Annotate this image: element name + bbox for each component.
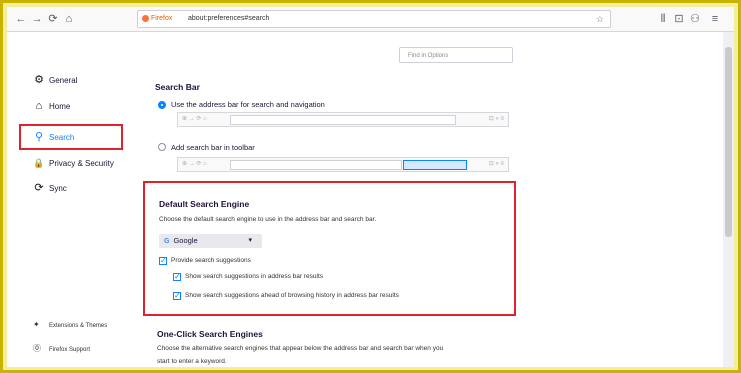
one-click-heading: One-Click Search Engines (157, 329, 263, 339)
menu-icon[interactable]: ≡ (707, 11, 723, 27)
sidebar-item-sync[interactable]: ⟳ Sync (33, 179, 67, 197)
sidebar-item-label: Privacy & Security (49, 159, 114, 168)
radio-address-bar[interactable] (158, 101, 166, 109)
firefox-identity: Firefox (142, 11, 172, 27)
suggestions-ahead-checkbox[interactable]: ✓ (173, 292, 181, 300)
url-brand-label: Firefox (151, 15, 173, 22)
radio-search-bar-label: Add search bar in toolbar (171, 143, 255, 152)
suggestions-ahead-label: Show search suggestions ahead of browsin… (185, 292, 399, 299)
find-in-options-input[interactable]: Find in Options (399, 47, 513, 63)
search-bar-heading: Search Bar (155, 82, 200, 92)
address-bar-preview: ⊕ → ⟳ ⌂ ⊡ » ≡ (177, 112, 509, 127)
search-engine-select[interactable]: G Google ▾ (159, 234, 262, 248)
sidebar-support-link[interactable]: ⓪ Firefox Support (33, 343, 90, 356)
preview-nav-icons: ⊕ → ⟳ ⌂ (182, 116, 207, 122)
extensions-label: Extensions & Themes (49, 323, 108, 329)
chevron-down-icon: ▾ (248, 237, 252, 244)
home-icon: ⌂ (35, 100, 43, 112)
sidebar-item-home[interactable]: ⌂ Home (33, 97, 71, 115)
scrollbar-thumb[interactable] (725, 47, 732, 237)
browser-toolbar: ← → ⟳ ⌂ Firefox about:preferences#search… (7, 7, 734, 32)
default-engine-heading: Default Search Engine (159, 199, 250, 209)
firefox-icon (142, 14, 149, 22)
help-icon: ⓪ (33, 344, 41, 353)
gear-icon: ⚙ (34, 74, 44, 86)
one-click-description-2: start to enter a keyword. (157, 358, 227, 365)
google-icon: G (164, 238, 170, 245)
url-text: about:preferences#search (188, 15, 270, 22)
search-highlight-box (19, 124, 123, 150)
sidebar-extensions-link[interactable]: ✦ Extensions & Themes (33, 319, 107, 332)
radio-address-bar-label: Use the address bar for search and navig… (171, 100, 325, 109)
address-bar-suggestions-label: Show search suggestions in address bar r… (185, 273, 324, 280)
forward-button[interactable]: → (29, 11, 45, 27)
sidebar-item-label: General (49, 76, 78, 85)
url-bar[interactable]: Firefox about:preferences#search ☆ (137, 10, 611, 28)
sidebar-item-privacy[interactable]: 🔒 Privacy & Security (33, 154, 114, 172)
sidebar-item-label: Home (49, 102, 71, 111)
address-bar-suggestions-checkbox[interactable]: ✓ (173, 273, 181, 281)
sidebar-icon[interactable]: ⊡ (671, 11, 687, 27)
provide-suggestions-label: Provide search suggestions (171, 257, 251, 264)
back-button[interactable]: ← (13, 11, 29, 27)
search-engine-value: Google (173, 236, 198, 245)
preview-nav-icons: ⊕ → ⟳ ⌂ (182, 161, 207, 167)
bookmark-star-icon[interactable]: ☆ (596, 11, 604, 27)
home-button[interactable]: ⌂ (61, 11, 77, 27)
account-icon[interactable]: ⚇ (687, 11, 703, 27)
preview-search-box (403, 160, 467, 170)
preview-url-bar (230, 115, 456, 125)
one-click-description: Choose the alternative search engines th… (157, 345, 444, 352)
sidebar-item-label: Sync (49, 184, 67, 193)
default-engine-description: Choose the default search engine to use … (159, 216, 377, 223)
sidebar-item-general[interactable]: ⚙ General (33, 71, 77, 89)
search-bar-preview: ⊕ → ⟳ ⌂ ⊡ » ≡ (177, 157, 509, 172)
puzzle-icon: ✦ (33, 320, 40, 329)
support-label: Firefox Support (49, 347, 91, 353)
preview-right-icons: ⊡ » ≡ (488, 116, 504, 122)
sync-icon: ⟳ (34, 182, 44, 194)
preview-right-icons: ⊡ » ≡ (488, 161, 504, 167)
radio-search-bar[interactable] (158, 143, 166, 151)
provide-suggestions-checkbox[interactable]: ✓ (159, 257, 167, 265)
browser-window: ← → ⟳ ⌂ Firefox about:preferences#search… (7, 7, 734, 367)
reload-button[interactable]: ⟳ (45, 11, 61, 27)
lock-icon: 🔒 (33, 158, 45, 168)
library-icon[interactable]: ⫴ (655, 11, 671, 27)
preview-url-bar (230, 160, 402, 170)
